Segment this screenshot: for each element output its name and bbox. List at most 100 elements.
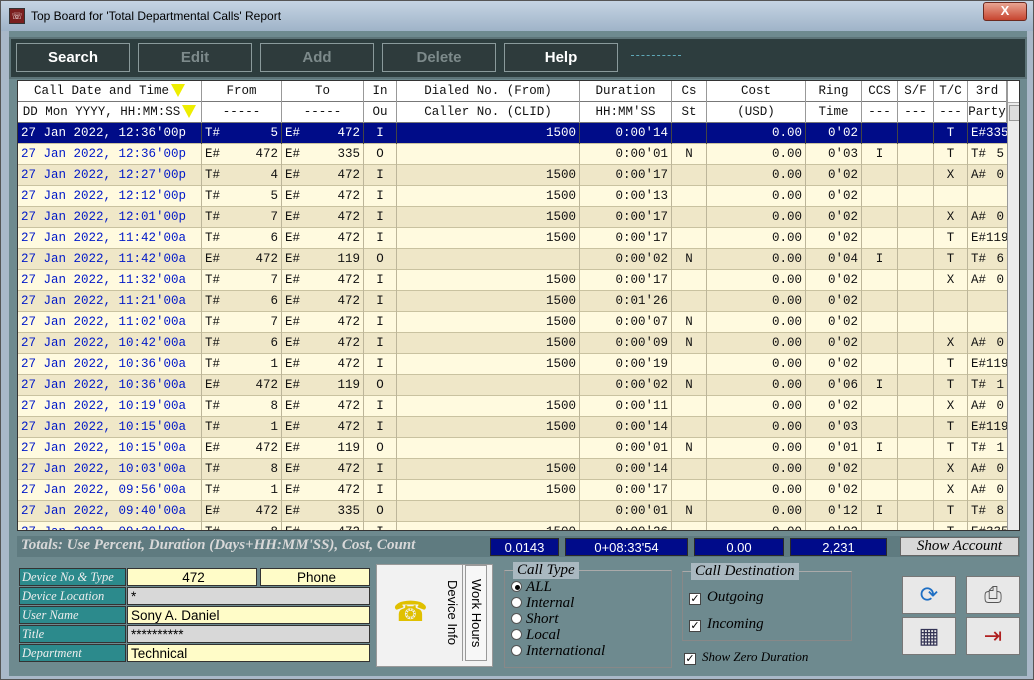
table-row[interactable]: 27 Jan 2022, 11:42'00a E# 472 E# 119 O 0:00'02… xyxy=(18,249,1007,270)
table-row[interactable]: 27 Jan 2022, 10:03'00a T# 8 E# 472 I 1500 0:00'… xyxy=(18,459,1007,480)
column-header[interactable]: Dialed No. (From) xyxy=(397,81,580,102)
radio-international[interactable]: International xyxy=(511,643,605,659)
scroll-thumb[interactable] xyxy=(1009,105,1019,121)
column-header[interactable]: St xyxy=(672,102,707,123)
column-header[interactable]: To xyxy=(282,81,364,102)
table-row[interactable]: 27 Jan 2022, 12:12'00p T# 5 E# 472 I 1500 0:00'… xyxy=(18,186,1007,207)
scroll-up-icon[interactable] xyxy=(1008,81,1019,103)
call-destination-label: Call Destination xyxy=(691,563,799,580)
table-cell: 0:00'09 xyxy=(580,333,672,354)
edit-button[interactable]: Edit xyxy=(138,43,252,72)
search-button[interactable]: Search xyxy=(16,43,130,72)
table-cell: T xyxy=(934,249,968,270)
table-row[interactable]: 27 Jan 2022, 10:36'00a E# 472 E# 119 O 0:00'02… xyxy=(18,375,1007,396)
outgoing-checkbox[interactable]: ✓ Outgoing xyxy=(689,589,764,605)
column-header[interactable]: Ring xyxy=(806,81,862,102)
sort-arrow-icon[interactable] xyxy=(182,105,197,119)
title-bar[interactable]: ☏ Top Board for 'Total Departmental Call… xyxy=(1,1,1033,31)
column-header[interactable]: Time xyxy=(806,102,862,123)
column-header[interactable]: T/C xyxy=(934,81,968,102)
table-row[interactable]: 27 Jan 2022, 12:01'00p T# 7 E# 472 I 1500 0:00'… xyxy=(18,207,1007,228)
table-cell: 0'02 xyxy=(806,165,862,186)
close-button[interactable]: X xyxy=(983,2,1027,21)
table-cell: 8 xyxy=(232,522,282,530)
table-cell: 0.00 xyxy=(707,417,806,438)
column-header[interactable]: ----- xyxy=(202,102,282,123)
column-header[interactable]: In xyxy=(364,81,397,102)
column-header[interactable]: Caller No. (CLID) xyxy=(397,102,580,123)
table-cell: I xyxy=(862,249,898,270)
tab-device-info[interactable]: Device Info xyxy=(443,565,463,661)
radio-all[interactable]: ALL xyxy=(511,579,552,595)
column-header[interactable]: 3rd xyxy=(968,81,1007,102)
help-button[interactable]: Help xyxy=(504,43,618,72)
print-button[interactable]: ⎙ xyxy=(966,576,1020,614)
table-cell: I xyxy=(364,522,397,530)
table-row[interactable]: 27 Jan 2022, 11:42'00a T# 6 E# 472 I 1500 0:00'… xyxy=(18,228,1007,249)
column-header[interactable]: --- xyxy=(862,102,898,123)
column-header[interactable]: Party xyxy=(968,102,1007,123)
table-cell: E# xyxy=(285,399,301,413)
table-cell xyxy=(862,459,898,480)
table-row[interactable]: 27 Jan 2022, 12:27'00p T# 4 E# 472 I 1500 0:00'… xyxy=(18,165,1007,186)
sort-arrow-icon[interactable] xyxy=(171,84,186,98)
table-row[interactable]: 27 Jan 2022, 11:32'00a T# 7 E# 472 I 1500 0:00'… xyxy=(18,270,1007,291)
column-header[interactable]: From xyxy=(202,81,282,102)
column-header[interactable]: Duration xyxy=(580,81,672,102)
table-cell xyxy=(397,501,580,522)
column-header[interactable]: CCS xyxy=(862,81,898,102)
table-cell: 27 Jan 2022, 12:12'00p xyxy=(18,186,202,207)
table-row[interactable]: 27 Jan 2022, 10:42'00a T# 6 E# 472 I 1500 0:00'… xyxy=(18,333,1007,354)
table-cell: 27 Jan 2022, 12:27'00p xyxy=(18,165,202,186)
column-header[interactable]: ----- xyxy=(282,102,364,123)
radio-local[interactable]: Local xyxy=(511,627,560,643)
calls-grid[interactable]: Call Date and Time From To In Dialed No. (Fr… xyxy=(17,80,1020,531)
column-header[interactable]: (USD) xyxy=(707,102,806,123)
refresh-button[interactable]: ⟳ xyxy=(902,576,956,614)
exit-button[interactable]: ⇥ xyxy=(966,617,1020,655)
report-button[interactable]: ▦ xyxy=(902,617,956,655)
delete-button[interactable]: Delete xyxy=(382,43,496,72)
table-row[interactable]: 27 Jan 2022, 12:36'00p T# 5 E# 472 I 1500 0:00'… xyxy=(18,123,1007,144)
column-header[interactable]: DD Mon YYYY, HH:MM:SS xyxy=(18,102,202,123)
show-account-button[interactable]: Show Account xyxy=(900,537,1019,556)
show-zero-duration-label: Show Zero Duration xyxy=(702,649,809,664)
table-row[interactable]: 27 Jan 2022, 11:21'00a T# 6 E# 472 I 1500 0:01'… xyxy=(18,291,1007,312)
radio-internal[interactable]: Internal xyxy=(511,595,574,611)
column-header[interactable]: --- xyxy=(934,102,968,123)
add-button[interactable]: Add xyxy=(260,43,374,72)
table-row[interactable]: 27 Jan 2022, 09:30'00aT#8E#472I15000:00'… xyxy=(18,522,1007,530)
table-row[interactable]: 27 Jan 2022, 10:36'00a T# 1 E# 472 I 1500 0:00'… xyxy=(18,354,1007,375)
table-cell: I xyxy=(862,438,898,459)
incoming-checkbox[interactable]: ✓ Incoming xyxy=(689,616,764,632)
table-row[interactable]: 27 Jan 2022, 11:02'00a T# 7 E# 472 I 1500 0:00'… xyxy=(18,312,1007,333)
table-row[interactable]: 27 Jan 2022, 09:56'00a T# 1 E# 472 I 1500 0:00'… xyxy=(18,480,1007,501)
table-cell: 0.00 xyxy=(707,333,806,354)
column-header[interactable]: Cost xyxy=(707,81,806,102)
column-header[interactable]: Cs xyxy=(672,81,707,102)
table-cell: 0.00 xyxy=(707,186,806,207)
table-cell: 472 xyxy=(232,438,282,459)
column-header[interactable]: --- xyxy=(898,102,934,123)
column-header[interactable]: Call Date and Time xyxy=(18,81,202,102)
table-row[interactable]: 27 Jan 2022, 10:15'00a T# 1 E# 472 I 1500 0:00'… xyxy=(18,417,1007,438)
table-cell: 4 xyxy=(232,165,282,186)
show-zero-duration-checkbox[interactable]: ✓ Show Zero Duration xyxy=(684,649,808,665)
table-cell: 0 xyxy=(996,462,1004,476)
table-cell: 0:00'01 xyxy=(580,438,672,459)
table-row[interactable]: 27 Jan 2022, 10:19'00a T# 8 E# 472 I 1500 0:00'… xyxy=(18,396,1007,417)
table-row[interactable]: 27 Jan 2022, 12:36'00p E# 472 E# 335 O 0:00'01… xyxy=(18,144,1007,165)
table-cell xyxy=(898,165,934,186)
table-cell: 0.00 xyxy=(707,501,806,522)
column-header[interactable]: S/F xyxy=(898,81,934,102)
radio-short[interactable]: Short xyxy=(511,611,559,627)
table-row[interactable]: 27 Jan 2022, 10:15'00a E# 472 E# 119 O 0:00'01… xyxy=(18,438,1007,459)
tab-work-hours[interactable]: Work Hours xyxy=(465,565,487,661)
column-header[interactable]: HH:MM'SS xyxy=(580,102,672,123)
table-row[interactable]: 27 Jan 2022, 09:40'00a E# 472 E# 335 O 0:00'01… xyxy=(18,501,1007,522)
table-cell: 1 xyxy=(232,354,282,375)
table-cell: I xyxy=(364,207,397,228)
user-title: ********** xyxy=(127,625,370,643)
column-header[interactable]: Ou xyxy=(364,102,397,123)
vertical-scrollbar[interactable] xyxy=(1007,81,1019,530)
